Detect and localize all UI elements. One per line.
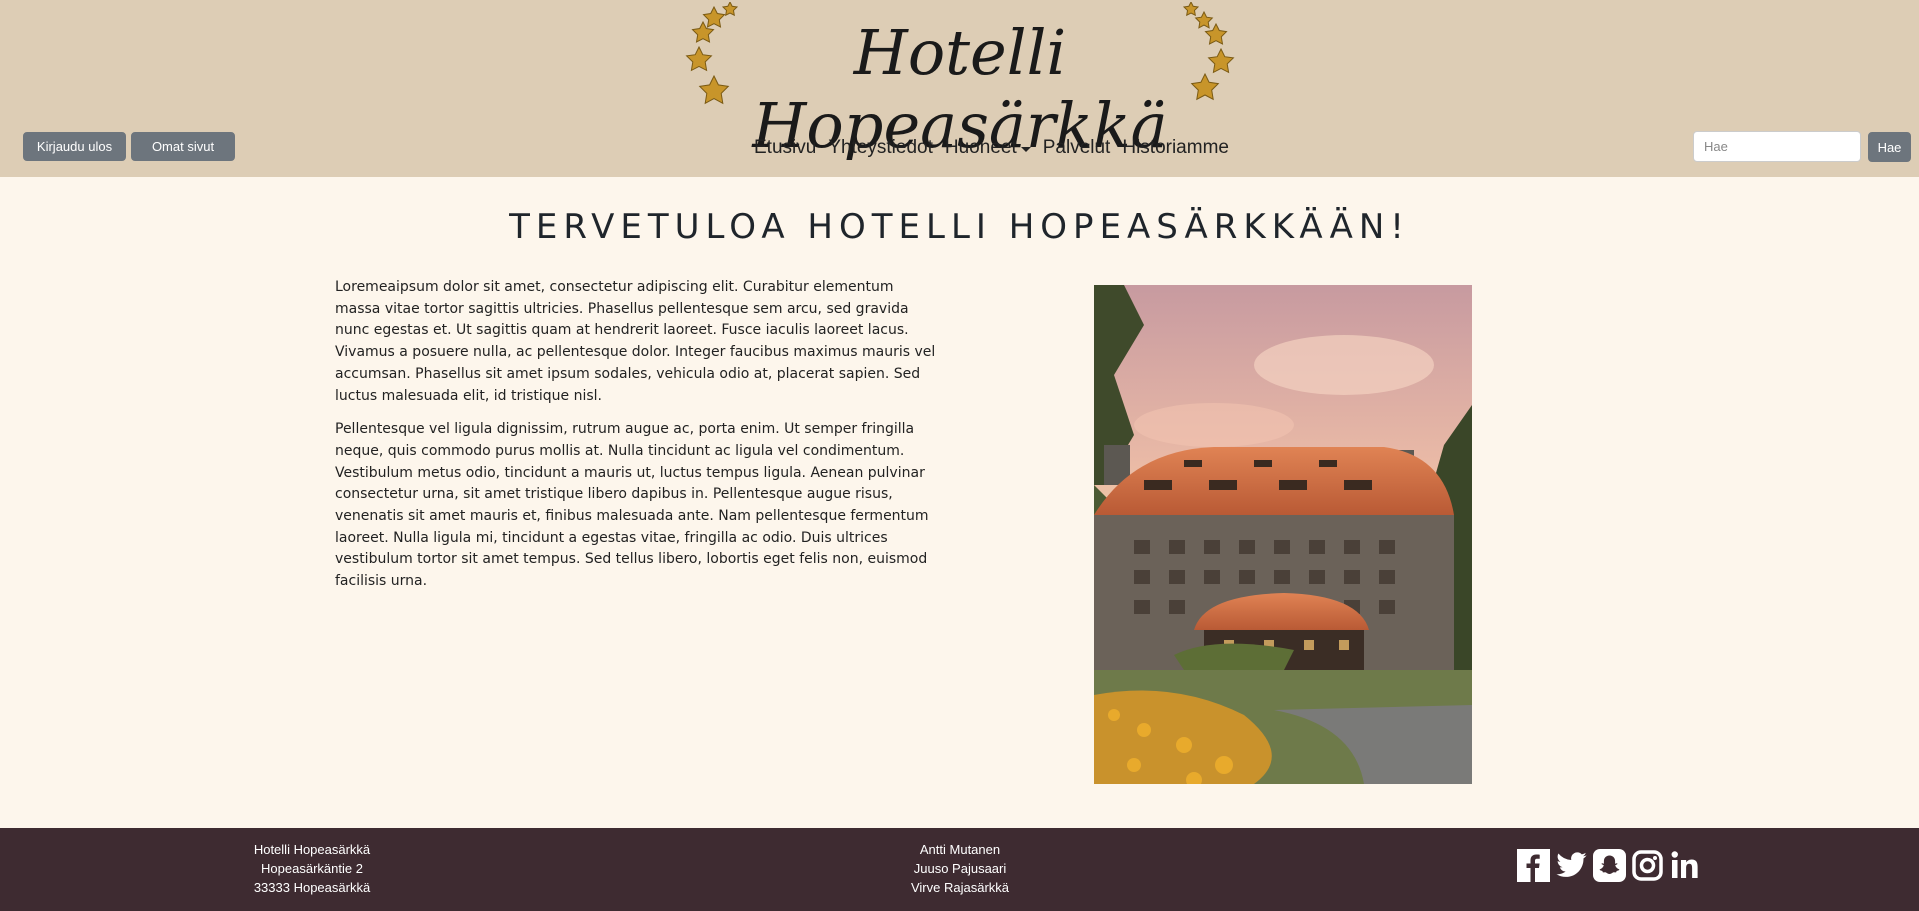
site-header: Hotelli Hopeasärkkä Kirjaudu ulos Omat s… <box>0 0 1919 177</box>
site-footer: Hotelli Hopeasärkkä Hopeasärkäntie 2 333… <box>0 828 1919 911</box>
nav-item-historiamme[interactable]: Historiamme <box>1116 137 1235 159</box>
facebook-icon[interactable] <box>1517 849 1550 882</box>
twitter-icon[interactable] <box>1555 849 1588 882</box>
footer-person: Virve Rajasärkkä <box>910 880 1010 895</box>
footer-people: Antti Mutanen Juuso Pajusaari Virve Raja… <box>860 840 1060 897</box>
social-links <box>1517 849 1702 882</box>
nav-item-huoneet[interactable]: Huoneet <box>939 137 1037 159</box>
footer-city: 33333 Hopeasärkkä <box>253 880 371 895</box>
caret-down-icon <box>1020 146 1031 152</box>
hotel-logo[interactable]: Hotelli Hopeasärkkä <box>680 2 1240 162</box>
my-pages-button[interactable]: Omat sivut <box>131 132 235 161</box>
footer-person: Juuso Pajusaari <box>913 861 1007 876</box>
intro-paragraph: Loremeaipsum dolor sit amet, consectetur… <box>335 279 936 404</box>
footer-person: Antti Mutanen <box>919 842 1001 857</box>
instagram-icon[interactable] <box>1631 849 1664 882</box>
search-button[interactable]: Hae <box>1868 132 1911 162</box>
footer-address: Hotelli Hopeasärkkä Hopeasärkäntie 2 333… <box>212 840 412 897</box>
snapchat-icon[interactable] <box>1593 849 1626 882</box>
intro-text: Loremeaipsum dolor sit amet, consectetur… <box>335 277 940 605</box>
intro-paragraph: Pellentesque vel ligula dignissim, rutru… <box>335 421 929 590</box>
page-title: TERVETULOA HOTELLI HOPEASÄRKKÄÄN! <box>509 207 1410 247</box>
nav-item-etusivu[interactable]: Etusivu <box>748 137 822 159</box>
nav-item-huoneet-label: Huoneet <box>944 137 1017 158</box>
linkedin-icon[interactable] <box>1669 849 1702 882</box>
main-nav: Etusivu Yhteystiedot Huoneet Palvelut Hi… <box>748 133 1235 163</box>
footer-street: Hopeasärkäntie 2 <box>261 861 363 876</box>
nav-item-palvelut[interactable]: Palvelut <box>1037 137 1117 159</box>
search-input[interactable] <box>1693 131 1861 162</box>
logout-button[interactable]: Kirjaudu ulos <box>23 132 126 161</box>
footer-hotel-name: Hotelli Hopeasärkkä <box>253 842 371 857</box>
nav-item-yhteystiedot[interactable]: Yhteystiedot <box>822 137 939 159</box>
hotel-photo <box>1094 285 1472 784</box>
